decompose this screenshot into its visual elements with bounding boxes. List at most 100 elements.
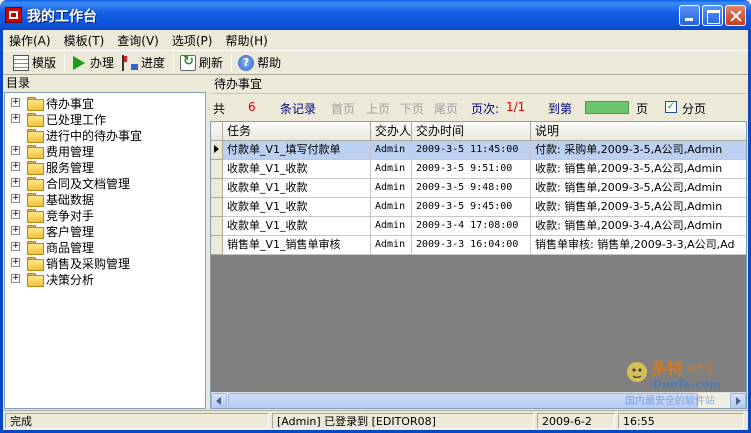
cell-note: 销售单审核: 销售单,2009-3-3,A公司,Ad <box>531 236 746 255</box>
last-page-link[interactable]: 尾页 <box>434 100 458 117</box>
cell-time: 2009-3-5 9:45:00 <box>412 198 531 217</box>
progress-button[interactable]: 进度 <box>122 53 165 73</box>
row-marker[interactable] <box>211 179 223 198</box>
cell-assigner: Admin <box>371 198 412 217</box>
cell-time: 2009-3-4 17:08:00 <box>412 217 531 236</box>
scroll-left-icon[interactable] <box>211 393 227 408</box>
tree-item-label: 合同及文档管理 <box>46 176 131 191</box>
cell-note: 收款: 销售单,2009-3-5,A公司,Admin <box>531 198 746 217</box>
tree-item-label: 服务管理 <box>46 160 95 175</box>
help-button-label: 帮助 <box>257 56 282 70</box>
cell-task: 收款单_V1_收款 <box>223 179 371 198</box>
column-header-assigner[interactable]: 交办人 <box>371 122 412 141</box>
expand-icon[interactable]: + <box>11 242 20 251</box>
status-date: 2009-6-2 <box>537 413 615 429</box>
title-bar[interactable]: 我的工作台 <box>0 0 751 30</box>
goto-label: 到第 <box>548 102 573 116</box>
app-icon[interactable] <box>5 7 22 23</box>
tree-item-label: 已处理工作 <box>46 112 107 127</box>
row-marker[interactable] <box>211 160 223 179</box>
maximize-button[interactable] <box>702 5 723 26</box>
cell-note: 收款: 销售单,2009-3-4,A公司,Admin <box>531 217 746 236</box>
menu-query[interactable]: 查询(V) <box>117 32 159 49</box>
folder-icon <box>27 145 44 159</box>
refresh-button-label: 刷新 <box>199 56 224 70</box>
column-header-note[interactable]: 说明 <box>531 122 746 141</box>
expand-icon[interactable]: + <box>11 210 20 219</box>
cell-note: 收款: 销售单,2009-3-5,A公司,Admin <box>531 179 746 198</box>
table-row[interactable]: 付款单_V1_填写付款单 Admin 2009-3-5 11:45:00 付款:… <box>223 141 746 160</box>
expand-icon[interactable]: + <box>11 98 20 107</box>
progress-icon <box>122 54 139 71</box>
table-header: 任务 交办人 交办时间 说明 <box>211 122 746 141</box>
tree-item-label: 销售及采购管理 <box>46 256 131 271</box>
row-header-corner <box>211 122 223 141</box>
table-row[interactable]: 销售单_V1_销售单审核 Admin 2009-3-3 16:04:00 销售单… <box>223 236 746 255</box>
table-row[interactable]: 收款单_V1_收款 Admin 2009-3-4 17:08:00 收款: 销售… <box>223 217 746 236</box>
status-time: 16:55 <box>618 413 744 429</box>
cell-task: 收款单_V1_收款 <box>223 198 371 217</box>
refresh-button[interactable]: 刷新 <box>180 53 223 73</box>
row-marker[interactable] <box>211 217 223 236</box>
folder-icon <box>27 193 44 207</box>
folder-icon <box>27 273 44 287</box>
menu-template[interactable]: 模板(T) <box>64 32 105 49</box>
menu-operate[interactable]: 操作(A) <box>9 32 51 49</box>
menu-help[interactable]: 帮助(H) <box>225 32 267 49</box>
cell-task: 销售单_V1_销售单审核 <box>223 236 371 255</box>
cell-assigner: Admin <box>371 236 412 255</box>
prev-page-link[interactable]: 上页 <box>366 100 390 117</box>
main-panel: 待办事宜 共 6 条记录 首页 上页 下页 尾页 页次: 1/1 到第 页 ✓ … <box>210 75 747 409</box>
row-marker[interactable] <box>211 236 223 255</box>
process-button[interactable]: 办理 <box>71 53 114 73</box>
close-button[interactable] <box>725 5 746 26</box>
cell-note: 付款: 采购单,2009-3-5,A公司,Admin <box>531 141 746 160</box>
expand-icon[interactable]: + <box>11 194 20 203</box>
help-icon: ? <box>238 54 255 71</box>
cell-assigner: Admin <box>371 141 412 160</box>
horizontal-scrollbar[interactable] <box>211 392 746 408</box>
table-row[interactable]: 收款单_V1_收款 Admin 2009-3-5 9:51:00 收款: 销售单… <box>223 160 746 179</box>
pager: 共 6 条记录 首页 上页 下页 尾页 页次: 1/1 到第 页 ✓ 分页 <box>210 96 747 118</box>
paging-label: 分页 <box>682 102 707 116</box>
folder-icon <box>27 241 44 255</box>
toolbar-separator <box>231 53 233 72</box>
template-button-label: 模版 <box>32 56 57 70</box>
column-header-task[interactable]: 任务 <box>223 122 371 141</box>
expand-icon[interactable]: + <box>11 114 20 123</box>
paging-checkbox[interactable]: ✓ <box>665 101 677 113</box>
goto-page-input[interactable] <box>585 101 629 114</box>
row-marker[interactable] <box>211 198 223 217</box>
column-header-time[interactable]: 交办时间 <box>412 122 531 141</box>
minimize-button[interactable] <box>679 5 700 26</box>
cell-task: 收款单_V1_收款 <box>223 160 371 179</box>
task-table: 任务 交办人 交办时间 说明 付款单_V1_填写付款单 Admin 2009-3… <box>210 121 747 409</box>
menu-options[interactable]: 选项(P) <box>172 32 213 49</box>
folder-icon <box>27 177 44 191</box>
help-button[interactable]: ? 帮助 <box>238 53 281 73</box>
cell-time: 2009-3-3 16:04:00 <box>412 236 531 255</box>
record-count: 6 <box>248 100 256 114</box>
expand-icon[interactable]: + <box>11 178 20 187</box>
main-title: 待办事宜 <box>210 75 747 94</box>
refresh-icon <box>180 54 197 71</box>
folder-icon <box>27 209 44 223</box>
expand-icon[interactable]: + <box>11 258 20 267</box>
row-marker[interactable] <box>211 141 223 160</box>
scroll-right-icon[interactable] <box>730 393 746 408</box>
scroll-thumb[interactable] <box>228 393 698 408</box>
expand-icon[interactable]: + <box>11 274 20 283</box>
tree-item-label: 竞争对手 <box>46 208 95 223</box>
table-row[interactable]: 收款单_V1_收款 Admin 2009-3-5 9:48:00 收款: 销售单… <box>223 179 746 198</box>
expand-icon[interactable]: + <box>11 226 20 235</box>
template-button[interactable]: 模版 <box>13 53 56 73</box>
next-page-link[interactable]: 下页 <box>400 100 424 117</box>
expand-icon[interactable]: + <box>11 162 20 171</box>
toolbar: 模版 办理 进度 刷新 ? 帮助 <box>3 50 748 75</box>
tree-item-label: 待办事宜 <box>46 96 95 111</box>
first-page-link[interactable]: 首页 <box>331 100 355 117</box>
table-row[interactable]: 收款单_V1_收款 Admin 2009-3-5 9:45:00 收款: 销售单… <box>223 198 746 217</box>
directory-tree[interactable]: + 待办事宜 + 已处理工作 进行中的待办事宜 + 费用管理 + 服务管理 + … <box>4 92 206 409</box>
cell-task: 收款单_V1_收款 <box>223 217 371 236</box>
expand-icon[interactable]: + <box>11 146 20 155</box>
